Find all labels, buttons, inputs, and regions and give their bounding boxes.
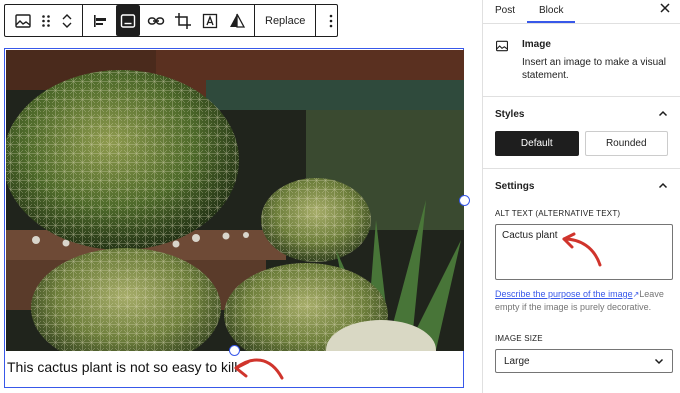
settings-panel-header[interactable]: Settings — [495, 169, 668, 203]
duotone-button[interactable] — [223, 5, 250, 36]
settings-panel-title: Settings — [495, 180, 535, 192]
resize-handle-bottom[interactable] — [229, 345, 240, 356]
alt-text-value: Cactus plant — [502, 230, 558, 241]
toolbar-group-more — [316, 5, 346, 36]
styles-panel-title: Styles — [495, 108, 525, 120]
image-block-type-button[interactable] — [9, 5, 36, 36]
chevron-down-icon — [654, 358, 664, 365]
toolbar-group-replace: Replace — [255, 5, 317, 36]
image-icon — [496, 40, 508, 52]
style-default-button[interactable]: Default — [495, 131, 579, 156]
move-up-down-icon — [62, 13, 72, 28]
image-size-value: Large — [504, 355, 530, 367]
toolbar-group-tools — [83, 5, 255, 36]
close-icon — [660, 3, 670, 13]
text-overlay-button[interactable] — [196, 5, 223, 36]
more-vertical-icon — [330, 14, 333, 27]
style-options: Default Rounded — [495, 131, 668, 168]
chevron-up-icon — [658, 110, 668, 117]
close-sidebar-button[interactable] — [660, 3, 670, 16]
drag-handle-button[interactable] — [36, 5, 56, 36]
toolbar-group-block — [5, 5, 83, 36]
alt-text-field[interactable]: Cactus plant — [495, 224, 673, 280]
crop-icon — [174, 12, 191, 29]
caption-toggle-button[interactable] — [116, 5, 140, 36]
image-size-label: IMAGE SIZE — [495, 334, 543, 343]
link-button[interactable] — [142, 5, 169, 36]
styles-panel: Styles Default Rounded — [483, 97, 680, 169]
caption-icon — [120, 13, 136, 28]
settings-panel: Settings ALT TEXT (ALTERNATIVE TEXT) Cac… — [483, 169, 680, 373]
more-options-button[interactable] — [316, 5, 346, 36]
alt-text-label: ALT TEXT (ALTERNATIVE TEXT) — [495, 209, 621, 218]
replace-button[interactable]: Replace — [255, 15, 315, 27]
block-title: Image — [522, 39, 551, 50]
image-size-select[interactable]: Large — [495, 349, 673, 373]
sidebar-tabs: Post Block — [483, 0, 680, 24]
image-caption[interactable]: This cactus plant is not so easy to kill… — [7, 359, 241, 375]
image-icon — [14, 13, 31, 28]
cactus-photo — [6, 50, 464, 351]
block-description: Insert an image to make a visual stateme… — [522, 57, 666, 81]
tab-post[interactable]: Post — [483, 5, 527, 23]
annotation-arrow-alt — [562, 232, 602, 267]
resize-handle-right[interactable] — [459, 195, 470, 206]
image-block[interactable]: This cactus plant is not so easy to kill… — [4, 48, 470, 388]
duotone-icon — [229, 13, 245, 28]
link-icon — [147, 16, 164, 25]
text-overlay-icon — [202, 13, 217, 28]
describe-purpose-link[interactable]: Describe the purpose of the image — [495, 289, 633, 299]
crop-button[interactable] — [169, 5, 196, 36]
settings-sidebar: Post Block Image Insert an image to make… — [482, 0, 680, 393]
block-toolbar: Replace — [4, 4, 338, 37]
drag-handle-icon — [42, 14, 50, 27]
alt-text-help: Describe the purpose of the image↗Leave … — [495, 288, 668, 314]
align-left-icon — [93, 14, 106, 27]
styles-panel-header[interactable]: Styles — [495, 97, 668, 131]
chevron-up-icon — [658, 182, 668, 189]
block-card: Image Insert an image to make a visual s… — [483, 24, 680, 97]
style-rounded-button[interactable]: Rounded — [584, 131, 668, 156]
move-up-down-button[interactable] — [56, 5, 78, 36]
editor-canvas: Replace This cactus plant is not so easy… — [0, 0, 482, 393]
align-button[interactable] — [87, 5, 114, 36]
tab-block[interactable]: Block — [527, 5, 576, 23]
